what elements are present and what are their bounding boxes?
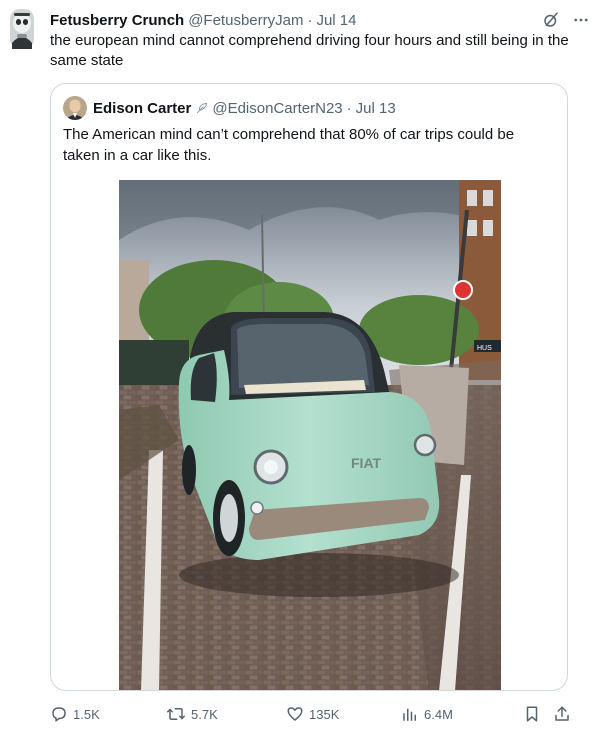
sign-text: HUS: [477, 345, 492, 352]
feather-icon: [195, 101, 209, 115]
share-button[interactable]: [553, 705, 577, 723]
author-name[interactable]: Fetusberry Crunch: [50, 12, 184, 29]
share-icon: [553, 705, 571, 723]
repost-button[interactable]: 5.7K: [166, 705, 286, 723]
avatar[interactable]: [8, 9, 36, 49]
quoted-tweet[interactable]: Edison Carter @EdisonCarterN23 · Jul 13 …: [50, 83, 568, 691]
header-actions: [542, 11, 590, 29]
quote-author-name: Edison Carter: [93, 99, 192, 117]
tweet-text: the european mind cannot comprehend driv…: [50, 32, 569, 69]
bookmark-icon: [523, 705, 541, 723]
reply-count: 1.5K: [73, 706, 100, 722]
views-count: 6.4M: [424, 706, 453, 722]
tweet-header: Fetusberry Crunch @FetusberryJam · Jul 1…: [50, 10, 590, 30]
quote-author-handle: @EdisonCarterN23: [212, 99, 343, 117]
separator-dot: ·: [307, 11, 313, 29]
views-icon: [401, 705, 419, 723]
tweet-date[interactable]: Jul 14: [316, 12, 356, 29]
bookmark-button[interactable]: [523, 705, 553, 723]
repost-icon: [166, 705, 186, 723]
author-handle[interactable]: @FetusberryJam: [188, 12, 303, 29]
repost-count: 5.7K: [191, 706, 218, 722]
quote-date: Jul 13: [355, 99, 396, 117]
reply-button[interactable]: 1.5K: [50, 705, 166, 723]
quote-text: The American mind can’t comprehend that …: [63, 126, 515, 164]
like-count: 135K: [309, 706, 340, 722]
car-badge: FIAT: [351, 455, 382, 471]
like-button[interactable]: 135K: [286, 705, 401, 723]
quote-separator-dot: ·: [346, 99, 352, 117]
like-icon: [286, 705, 304, 723]
views-button[interactable]: 6.4M: [401, 705, 523, 723]
grok-icon[interactable]: [542, 11, 560, 29]
more-icon[interactable]: [572, 11, 590, 29]
quote-photo[interactable]: HUS FIAT: [119, 180, 501, 690]
quote-avatar: [63, 96, 87, 120]
quote-header: Edison Carter @EdisonCarterN23 · Jul 13: [63, 96, 396, 120]
reply-icon: [50, 705, 68, 723]
action-bar: 1.5K 5.7K 135K 6.4M: [50, 702, 586, 726]
